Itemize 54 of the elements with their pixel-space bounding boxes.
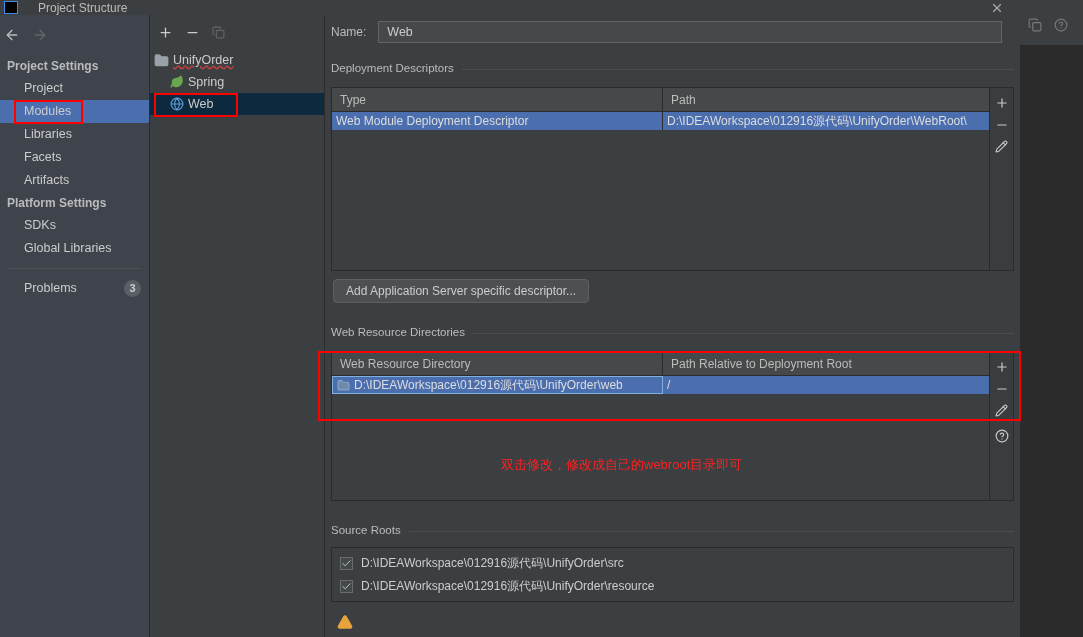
table-cell-text: / [666, 377, 672, 394]
table-cell: D:\IDEAWorkspace\012916源代码\UnifyOrder\web [332, 376, 663, 394]
column-header[interactable]: Web Resource Directory [332, 352, 663, 375]
annotation-text: 双击修改，修改成自己的webroot目录即可 [501, 456, 743, 474]
window-title: Project Structure [38, 0, 128, 17]
toolbar-icon[interactable] [1028, 17, 1042, 32]
source-root-path: D:\IDEAWorkspace\012916源代码\UnifyOrder\resource [361, 578, 655, 595]
table-row[interactable]: D:\IDEAWorkspace\012916源代码\UnifyOrder\web / [332, 376, 989, 394]
tree-item[interactable]: UnifyOrder [150, 49, 324, 71]
app-logo-icon [4, 1, 18, 14]
column-header[interactable]: Path [663, 88, 989, 111]
toolbar-icon[interactable] [1054, 17, 1068, 32]
section-heading: Project Settings [6, 58, 100, 75]
tree-item[interactable]: Spring [150, 71, 324, 93]
tree-item[interactable]: Web [150, 93, 324, 115]
tree-label: Spring [188, 73, 225, 91]
section-title: Source Roots [331, 523, 401, 539]
sidebar-item[interactable]: Problems [24, 279, 124, 298]
help-icon[interactable] [994, 429, 1009, 443]
sidebar-item[interactable]: Artifacts [0, 169, 149, 192]
tree-label: Web [188, 95, 214, 113]
sidebar-item[interactable]: Facets [0, 146, 149, 169]
section-title: Deployment Descriptors [331, 61, 454, 77]
sidebar-item[interactable]: Global Libraries [0, 237, 149, 260]
globe-icon [170, 97, 184, 111]
add-icon[interactable] [158, 24, 173, 40]
name-field[interactable]: Web [378, 21, 1002, 43]
edit-icon[interactable] [995, 404, 1008, 417]
sidebar-item[interactable]: Modules [0, 100, 149, 123]
table-row[interactable]: Web Module Deployment Descriptor D:\IDEAWorkspace\012916源代码\UnifyOrder\WebRoot\ [332, 112, 989, 130]
section-heading: Platform Settings [6, 195, 108, 212]
tree-label: UnifyOrder [173, 51, 234, 69]
table-cell-text: D:\IDEAWorkspace\012916源代码\UnifyOrder\WebRoot\ [666, 113, 968, 130]
checkbox[interactable] [340, 556, 353, 570]
name-label: Name: [331, 24, 367, 41]
column-header[interactable]: Type [332, 88, 663, 111]
problem-count: 3 [124, 280, 141, 297]
column-header[interactable]: Path Relative to Deployment Root [663, 352, 989, 375]
source-root-path: D:\IDEAWorkspace\012916源代码\UnifyOrder\src [361, 555, 624, 572]
checkbox[interactable] [340, 579, 353, 593]
sidebar-item[interactable]: Project [0, 77, 149, 100]
folder-icon [154, 52, 169, 68]
sidebar-item[interactable]: SDKs [0, 214, 149, 237]
warning-icon [337, 614, 353, 630]
add-icon[interactable] [994, 96, 1009, 110]
sidebar-item[interactable]: Libraries [0, 123, 149, 146]
edit-icon[interactable] [995, 140, 1008, 153]
folder-icon [337, 378, 350, 392]
add-icon[interactable] [994, 360, 1009, 374]
section-title: Web Resource Directories [331, 325, 465, 341]
table-cell: Web Module Deployment Descriptor [332, 112, 663, 130]
leaf-icon [170, 75, 184, 89]
back-icon[interactable] [4, 27, 20, 43]
add-descriptor-button[interactable]: Add Application Server specific descriptor... [333, 279, 590, 303]
